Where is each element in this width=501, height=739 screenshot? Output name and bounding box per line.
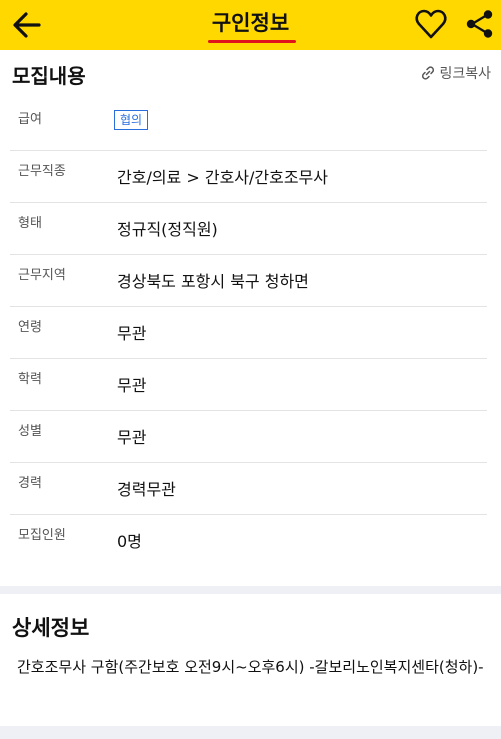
share-icon (466, 10, 493, 38)
row-value: 경상북도 포항시 북구 청하면 (117, 272, 309, 291)
copy-link-label: 링크복사 (439, 66, 491, 82)
row-value: 무관 (117, 428, 147, 447)
title-underline (208, 40, 296, 43)
row-label: 학력 (18, 372, 42, 387)
info-row-employment-form: 형태 정규직(정직원) (10, 202, 487, 255)
row-value: 무관 (117, 324, 147, 343)
row-value: 간호/의료 > 간호사/간호조무사 (117, 168, 328, 187)
info-row-education: 학력 무관 (10, 358, 487, 411)
section-title-detail: 상세정보 (12, 616, 90, 640)
section-title-recruit: 모집내용 (12, 64, 86, 88)
detail-text: 간호조무사 구함(주간보호 오전9시~오후6시) -갈보리노인복지센타(청하)- (17, 658, 484, 676)
info-row-gender: 성별 무관 (10, 410, 487, 463)
row-label: 경력 (18, 476, 42, 491)
recruit-section: 모집내용 링크복사 급여 협의 근무직종 간호/의료 > 간호사/간호조무사 형… (0, 50, 501, 586)
info-row-age: 연령 무관 (10, 306, 487, 359)
row-value: 0명 (117, 532, 142, 551)
info-row-experience: 경력 경력무관 (10, 462, 487, 515)
copy-link-button[interactable]: 링크복사 (421, 63, 491, 83)
salary-badge: 협의 (114, 110, 149, 130)
info-row-headcount: 모집인원 0명 (10, 514, 487, 566)
row-value: 무관 (117, 376, 147, 395)
row-label: 형태 (18, 216, 42, 231)
link-icon (422, 66, 435, 80)
favorite-button[interactable] (413, 6, 449, 42)
info-row-location: 근무지역 경상북도 포항시 북구 청하면 (10, 254, 487, 307)
info-row-job-type: 근무직종 간호/의료 > 간호사/간호조무사 (10, 150, 487, 203)
row-value: 경력무관 (117, 480, 176, 499)
row-label: 모집인원 (18, 528, 66, 543)
heart-icon (415, 9, 447, 39)
info-row-salary: 급여 협의 (10, 98, 487, 151)
detail-section: 상세정보 간호조무사 구함(주간보호 오전9시~오후6시) -갈보리노인복지센타… (0, 594, 501, 726)
row-value: 정규직(정직원) (117, 220, 218, 239)
top-bar: 구인정보 (0, 0, 501, 50)
row-label: 근무직종 (18, 164, 66, 179)
row-label: 성별 (18, 424, 42, 439)
row-label: 근무지역 (18, 268, 66, 283)
row-label: 연령 (18, 320, 42, 335)
share-button[interactable] (462, 6, 498, 42)
row-label: 급여 (18, 112, 42, 127)
